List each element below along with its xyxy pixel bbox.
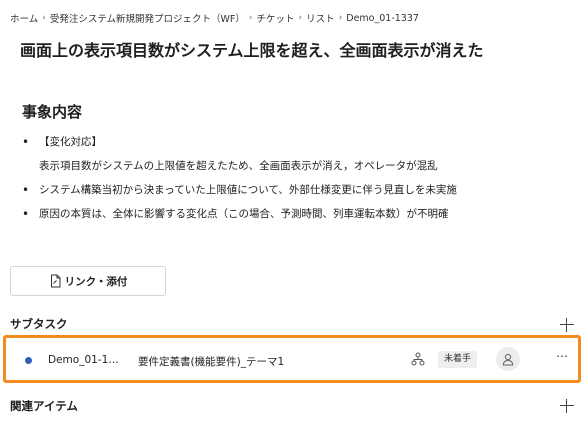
subtask-name[interactable]: 要件定義書(機能要件)_テーマ1 — [138, 354, 284, 369]
add-related-item-plus-icon[interactable] — [560, 399, 574, 413]
assignee-avatar[interactable] — [496, 347, 520, 371]
breadcrumb-home[interactable]: ホーム — [10, 11, 38, 25]
list-item: • システム構築当初から決まっていた上限値について、外部仕様変更に伴う見直しを未… — [22, 178, 572, 202]
bullet-text: システム構築当初から決まっていた上限値について、外部仕様変更に伴う見直しを未実施 — [39, 184, 457, 196]
related-items-heading: 関連アイテム — [10, 399, 78, 413]
user-icon — [502, 353, 514, 365]
breadcrumb-separator: › — [298, 13, 303, 23]
breadcrumb-separator: › — [248, 13, 253, 23]
incident-heading: 事象内容 — [22, 103, 83, 121]
bullet-text: 表示項目数がシステムの上限値を超えたため、全画面表示が消え，オペレータが混乱 — [39, 160, 438, 172]
breadcrumb-project[interactable]: 受発注システム新規開発プロジェクト（WF） — [50, 11, 245, 25]
add-subtask-plus-icon[interactable] — [560, 318, 574, 332]
more-options-icon[interactable]: ⋯ — [556, 349, 568, 363]
breadcrumb-separator: › — [338, 13, 343, 23]
breadcrumb: ホーム › 受発注システム新規開発プロジェクト（WF） › チケット › リスト… — [10, 11, 419, 26]
subtask-id[interactable]: Demo_01-1… — [48, 354, 119, 366]
bullet-text: 原因の本質は、全体に影響する変化点（この場合、予測時間、列車運転本数）が不明確 — [39, 208, 449, 220]
subtasks-heading: サブタスク — [10, 317, 68, 331]
attachment-document-icon — [50, 274, 61, 288]
page-title[interactable]: 画面上の表示項目数がシステム上限を超え、全画面表示が消えた — [20, 37, 484, 61]
bullet-text: 【変化対応】 — [39, 136, 102, 148]
list-item-continuation: 表示項目数がシステムの上限値を超えたため、全画面表示が消え，オペレータが混乱 — [22, 154, 572, 178]
status-dot-icon — [25, 357, 32, 364]
hierarchy-icon[interactable] — [411, 352, 425, 366]
status-badge[interactable]: 未着手 — [438, 351, 478, 368]
list-item: • 【変化対応】 — [22, 130, 572, 154]
incident-description[interactable]: • 【変化対応】 表示項目数がシステムの上限値を超えたため、全画面表示が消え，オ… — [22, 130, 572, 226]
breadcrumb-list[interactable]: リスト — [306, 11, 335, 25]
breadcrumb-current: Demo_01-1337 — [346, 12, 419, 24]
subtask-row[interactable]: Demo_01-1… 要件定義書(機能要件)_テーマ1 未着手 ⋯ — [3, 335, 581, 383]
bullet-icon: • — [22, 207, 30, 221]
link-attach-button[interactable]: リンク・添付 — [10, 266, 166, 296]
list-item: • 原因の本質は、全体に影響する変化点（この場合、予測時間、列車運転本数）が不明… — [22, 202, 572, 226]
bullet-icon: • — [22, 135, 30, 149]
link-attach-label: リンク・添付 — [64, 275, 128, 288]
breadcrumb-separator: › — [42, 13, 46, 23]
breadcrumb-tickets[interactable]: チケット — [257, 11, 295, 25]
bullet-icon: • — [22, 183, 30, 197]
